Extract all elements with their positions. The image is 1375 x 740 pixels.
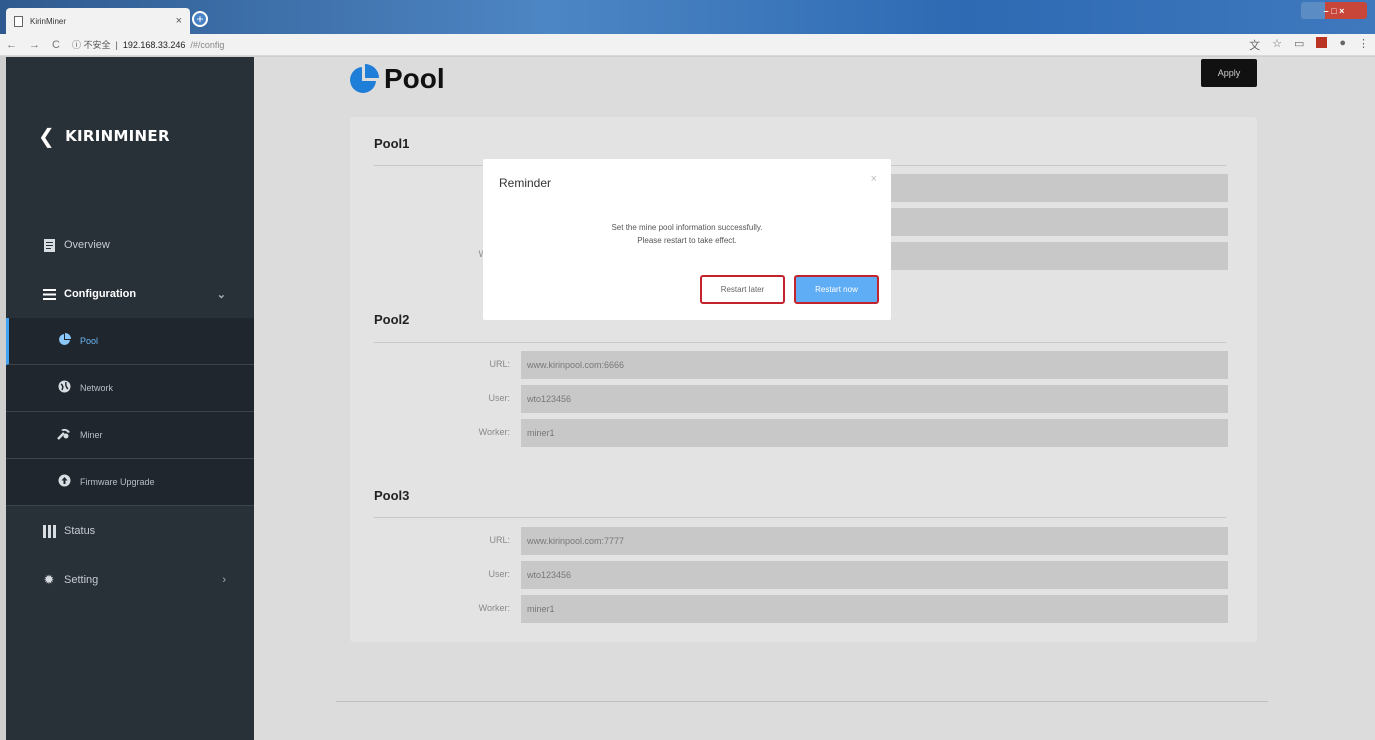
pool3-url-label: URL: <box>489 535 510 545</box>
pool2-worker-input[interactable]: miner1 <box>521 419 1228 447</box>
sidebar-item-label: Overview <box>64 239 110 251</box>
pool3-url-input[interactable]: www.kirinpool.com:7777 <box>521 527 1228 555</box>
restart-now-button[interactable]: Restart now <box>794 275 879 304</box>
extension-icon[interactable]: ▭ <box>1294 37 1304 53</box>
back-icon[interactable]: ← <box>6 39 17 51</box>
sidebar-subitem-network[interactable]: Network <box>6 365 254 412</box>
sidebar-item-label: Setting <box>64 574 99 586</box>
bookmark-star-icon[interactable]: ☆ <box>1272 37 1282 53</box>
page-icon <box>14 15 23 27</box>
forward-icon[interactable]: → <box>29 39 40 51</box>
gear-icon: ✹ <box>43 572 55 587</box>
sidebar-item-configuration[interactable]: Configuration ⌄ <box>6 271 254 317</box>
pool3-title: Pool3 <box>374 488 410 503</box>
apply-button[interactable]: Apply <box>1201 59 1257 87</box>
footer-divider <box>336 701 1268 702</box>
pie-chart-icon <box>350 64 379 93</box>
sidebar-item-setting[interactable]: ✹ Setting › <box>6 557 254 603</box>
sidebar-subitem-label: Miner <box>80 430 103 440</box>
close-icon[interactable]: × <box>871 173 877 185</box>
restart-later-button[interactable]: Restart later <box>700 275 785 304</box>
globe-icon <box>56 380 72 396</box>
pool2-user-input[interactable]: wto123456 <box>521 385 1228 413</box>
page-title: Pool <box>384 63 445 94</box>
pool2-worker-label: Worker: <box>478 427 510 437</box>
window-controls[interactable]: – □ × <box>1301 2 1367 19</box>
divider <box>374 517 1226 518</box>
sidebar-subitem-label: Firmware Upgrade <box>80 477 155 487</box>
sidebar-subitem-label: Network <box>80 383 114 393</box>
sidebar: ❮ KIRINMINER Overview Configuration ⌄ Po… <box>6 57 254 740</box>
pool3-user-input[interactable]: wto123456 <box>521 561 1228 589</box>
sidebar-subitem-pool[interactable]: Pool <box>6 318 254 365</box>
sidebar-subitem-firmware-upgrade[interactable]: Firmware Upgrade <box>6 459 254 506</box>
browser-tab[interactable]: KirinMiner × <box>6 8 190 34</box>
browser-toolbar: ← → C ⓘ 不安全 | 192.168.33.246 /#/config 文 … <box>0 34 1375 56</box>
sidebar-item-label: Configuration <box>64 288 137 300</box>
translate-icon[interactable]: 文 <box>1249 37 1260 53</box>
address-separator: | <box>115 39 118 50</box>
sidebar-item-label: Status <box>64 525 96 537</box>
url-host: 192.168.33.246 <box>122 39 186 50</box>
brand-logo: ❮ KIRINMINER <box>38 124 170 148</box>
reload-icon[interactable]: C <box>52 39 60 51</box>
pdf-extension-icon[interactable] <box>1316 36 1328 48</box>
dialog-message: Please restart to take effect. <box>637 236 737 245</box>
pie-icon <box>56 333 72 349</box>
brand-name: KIRINMINER <box>65 127 170 145</box>
sidebar-item-status[interactable]: Status <box>6 508 254 554</box>
url-path: /#/config <box>190 39 225 50</box>
browser-titlebar: KirinMiner × + – □ × <box>0 0 1375 34</box>
dialog-message: Set the mine pool information successful… <box>611 223 763 232</box>
list-icon <box>42 287 56 301</box>
security-indicator[interactable]: ⓘ 不安全 <box>72 38 111 51</box>
pool2-url-label: URL: <box>489 359 510 369</box>
sidebar-subitem-label: Pool <box>80 336 99 346</box>
pool1-title: Pool1 <box>374 136 410 151</box>
sidebar-subitem-miner[interactable]: Miner <box>6 412 254 459</box>
menu-icon[interactable]: ⋮ <box>1358 37 1369 53</box>
pool3-user-label: User: <box>488 569 510 579</box>
miner-icon <box>56 427 72 443</box>
reminder-dialog: Reminder × Set the mine pool information… <box>483 159 891 320</box>
account-icon[interactable]: ● <box>1339 37 1346 53</box>
divider <box>374 342 1226 343</box>
chevron-right-icon: › <box>222 574 226 586</box>
tab-close-icon[interactable]: × <box>176 15 182 27</box>
pool3-worker-label: Worker: <box>478 603 510 613</box>
sidebar-item-overview[interactable]: Overview <box>6 222 254 268</box>
pool2-url-input[interactable]: www.kirinpool.com:6666 <box>521 351 1228 379</box>
bars-icon <box>42 524 56 538</box>
page-header: Pool <box>348 63 445 95</box>
new-tab-button[interactable]: + <box>192 11 208 27</box>
pool3-worker-input[interactable]: miner1 <box>521 595 1228 623</box>
browser-nav: ← → C <box>6 39 60 51</box>
logo-chevron-icon: ❮ <box>38 124 56 148</box>
chevron-down-icon: ⌄ <box>216 288 226 301</box>
pool2-user-label: User: <box>488 393 510 403</box>
upload-icon <box>56 474 72 490</box>
tab-title: KirinMiner <box>30 16 67 26</box>
dialog-title: Reminder <box>499 176 552 190</box>
toolbar-right-icons: 文 ☆ ▭ ● ⋮ <box>1249 36 1369 53</box>
pool2-title: Pool2 <box>374 312 410 327</box>
address-bar[interactable]: ⓘ 不安全 | 192.168.33.246 /#/config <box>72 38 224 51</box>
document-icon <box>42 238 56 252</box>
